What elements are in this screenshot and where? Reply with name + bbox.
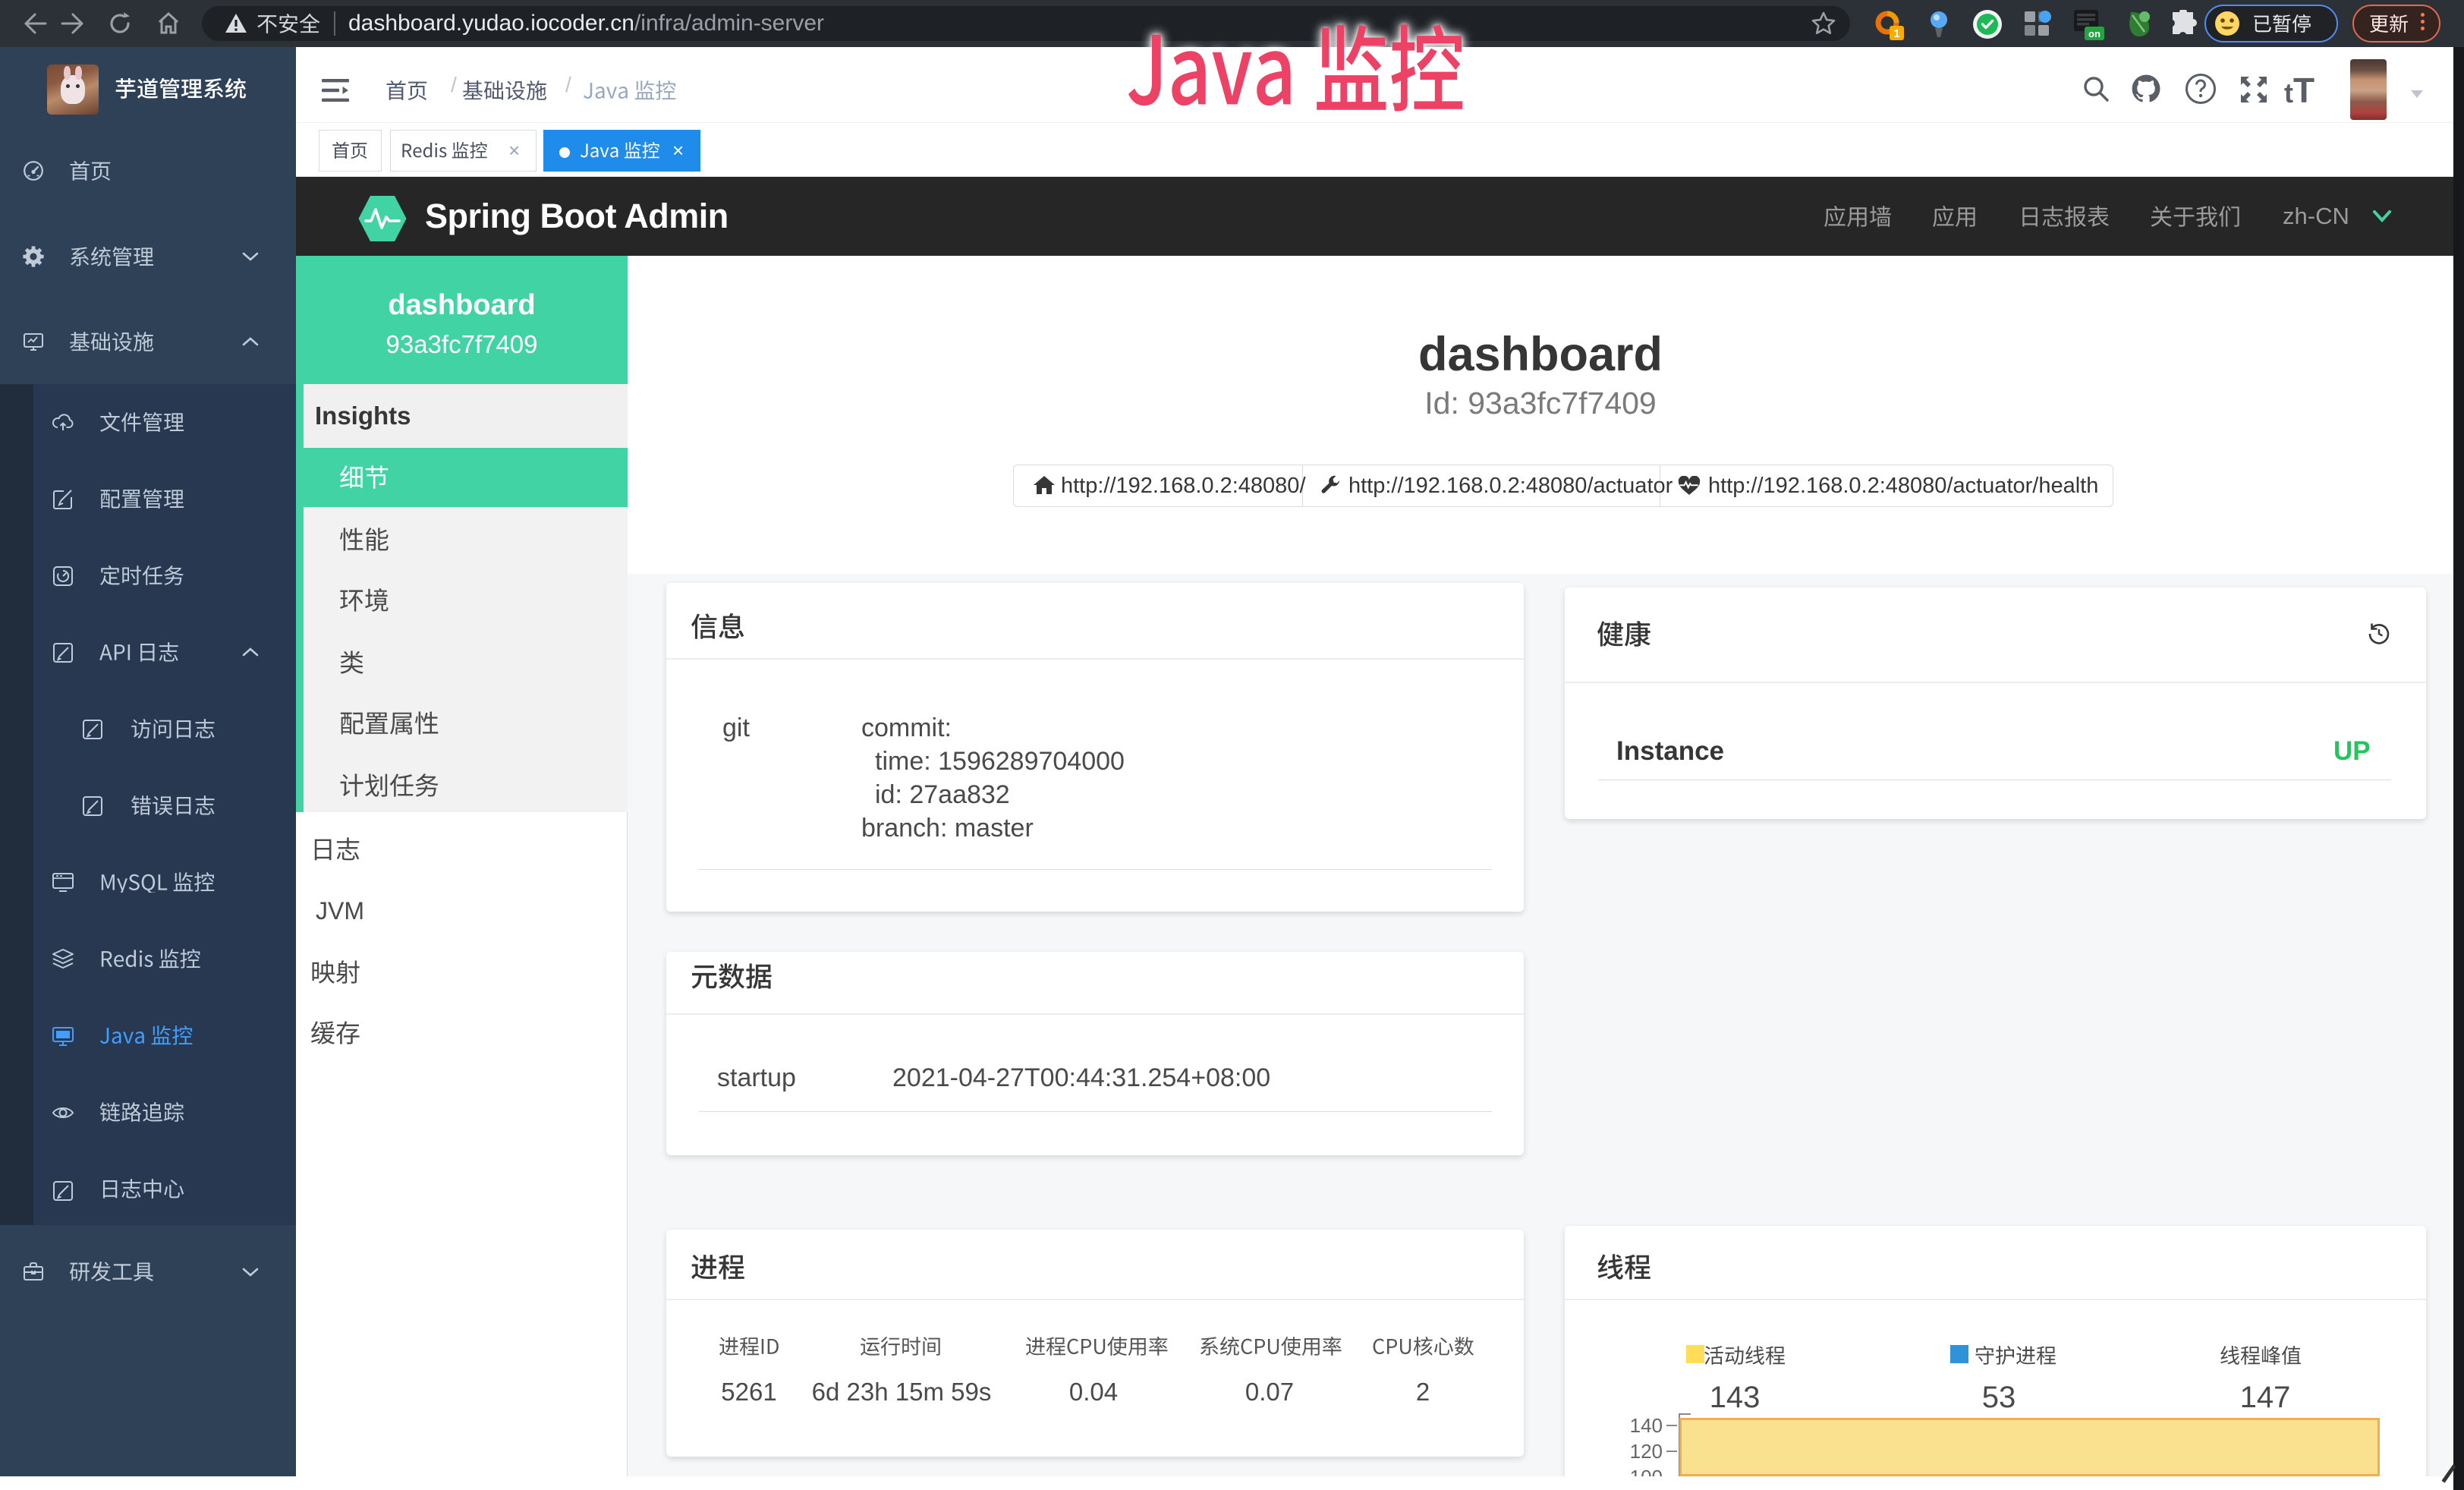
svg-text:on: on	[2088, 28, 2101, 39]
svg-text:1: 1	[1893, 27, 1899, 40]
